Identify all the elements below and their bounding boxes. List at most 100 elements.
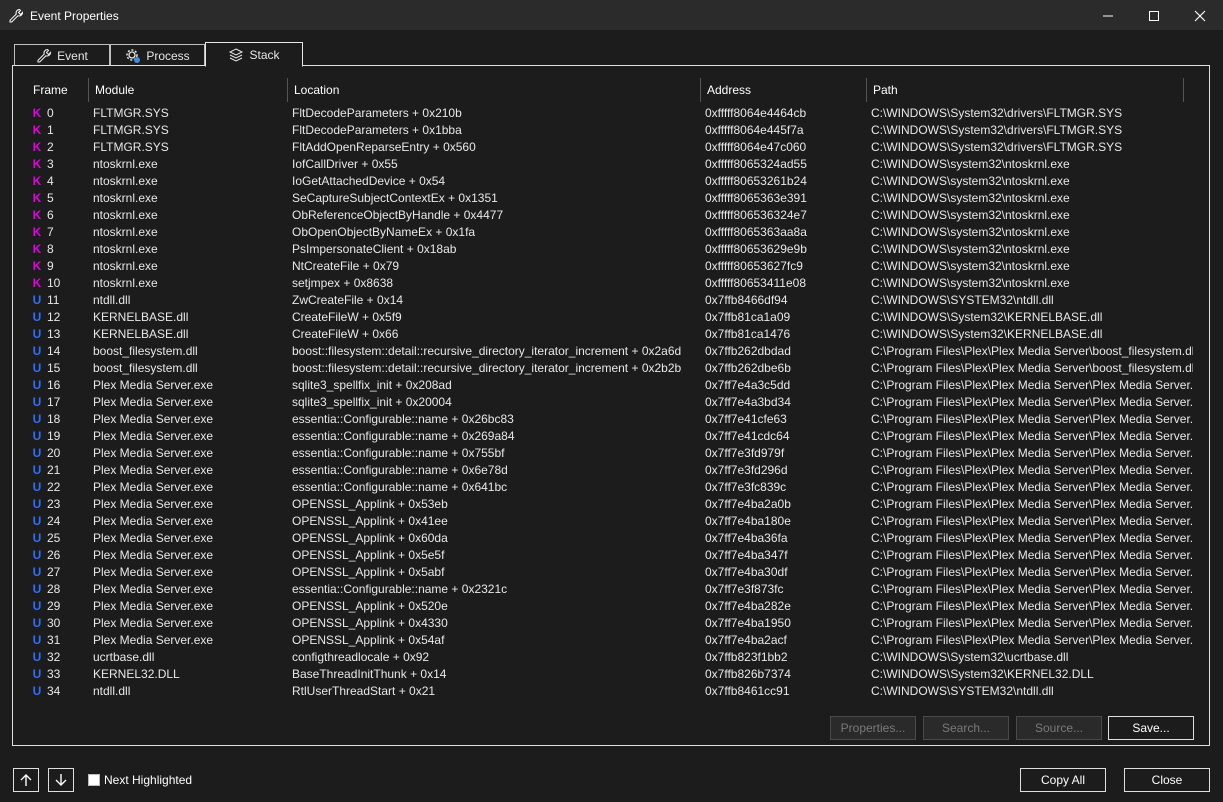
table-row[interactable]: K 10 ntoskrnl.exe setjmpex + 0x8638 0xfffff8… xyxy=(27,275,1195,292)
cell-address: 0x7ff7e3fd296d xyxy=(705,463,788,477)
table-row[interactable]: U 15 boost_filesystem.dll boost::filesystem… xyxy=(27,360,1195,377)
table-row[interactable]: U 16 Plex Media Server.exe sqlite3_spellfix… xyxy=(27,377,1195,394)
table-row[interactable]: U 22 Plex Media Server.exe essentia::Config… xyxy=(27,479,1195,496)
cell-location: IofCallDriver + 0x55 xyxy=(292,157,398,171)
tab-event[interactable]: Event xyxy=(14,44,110,66)
table-row[interactable]: U 19 Plex Media Server.exe essentia::Config… xyxy=(27,428,1195,445)
table-row[interactable]: K 8 ntoskrnl.exe PsImpersonateClient + 0x18… xyxy=(27,241,1195,258)
cell-path: C:\WINDOWS\System32\drivers\FLTMGR.SYS xyxy=(871,106,1123,120)
table-row[interactable]: K 9 ntoskrnl.exe NtCreateFile + 0x79 0xfffff… xyxy=(27,258,1195,275)
table-row[interactable]: U 23 Plex Media Server.exe OPENSSL_Applink … xyxy=(27,496,1195,513)
table-row[interactable]: K 3 ntoskrnl.exe IofCallDriver + 0x55 0xffff… xyxy=(27,156,1195,173)
cell-module: Plex Media Server.exe xyxy=(93,599,214,613)
table-row[interactable]: U 24 Plex Media Server.exe OPENSSL_Applink … xyxy=(27,513,1195,530)
table-row[interactable]: U 28 Plex Media Server.exe essentia::Config… xyxy=(27,581,1195,598)
cell-module: ntoskrnl.exe xyxy=(93,174,158,188)
column-header-address[interactable]: Address xyxy=(701,78,867,102)
cell-location: essentia::Configurable::name + 0x6e78d xyxy=(292,463,508,477)
cell-module: KERNELBASE.dll xyxy=(93,327,189,341)
cell-address: 0xfffff8065324ad55 xyxy=(705,157,807,171)
cell-address: 0xfffff8064e445f7a xyxy=(705,123,804,137)
table-row[interactable]: U 34 ntdll.dll RtlUserThreadStart + 0x21 0x7… xyxy=(27,683,1195,698)
table-row[interactable]: K 5 ntoskrnl.exe SeCaptureSubjectContextEx … xyxy=(27,190,1195,207)
table-row[interactable]: U 11 ntdll.dll ZwCreateFile + 0x14 0x7ffb846… xyxy=(27,292,1195,309)
search-button[interactable]: Search... xyxy=(923,716,1009,740)
cell-module: Plex Media Server.exe xyxy=(93,616,214,630)
copy-all-button[interactable]: Copy All xyxy=(1020,768,1106,792)
cell-location: ZwCreateFile + 0x14 xyxy=(292,293,404,307)
source-button[interactable]: Source... xyxy=(1016,716,1102,740)
table-row[interactable]: U 13 KERNELBASE.dll CreateFileW + 0x66 0x7ff… xyxy=(27,326,1195,343)
cell-frame: 23 xyxy=(47,497,61,511)
user-frame-icon: U xyxy=(32,361,42,375)
table-header: Frame Module Location Address Path xyxy=(27,78,1195,102)
column-header-module[interactable]: Module xyxy=(89,78,288,102)
properties-button[interactable]: Properties... xyxy=(830,716,916,740)
column-header-frame[interactable]: Frame xyxy=(27,78,89,102)
table-row[interactable]: U 14 boost_filesystem.dll boost::filesystem… xyxy=(27,343,1195,360)
table-row[interactable]: U 27 Plex Media Server.exe OPENSSL_Applink … xyxy=(27,564,1195,581)
next-highlighted-checkbox[interactable] xyxy=(88,774,100,786)
cell-location: BaseThreadInitThunk + 0x14 xyxy=(292,667,447,681)
title-bar: Event Properties xyxy=(0,0,1223,31)
maximize-button[interactable] xyxy=(1131,0,1177,31)
user-frame-icon: U xyxy=(32,429,42,443)
table-row[interactable]: U 26 Plex Media Server.exe OPENSSL_Applink … xyxy=(27,547,1195,564)
cell-frame: 29 xyxy=(47,599,61,613)
table-row[interactable]: U 18 Plex Media Server.exe essentia::Config… xyxy=(27,411,1195,428)
save-button[interactable]: Save... xyxy=(1108,716,1194,740)
table-row[interactable]: U 31 Plex Media Server.exe OPENSSL_Applink … xyxy=(27,632,1195,649)
user-frame-icon: U xyxy=(32,582,42,596)
cell-frame: 3 xyxy=(47,157,54,171)
cell-module: ntoskrnl.exe xyxy=(93,191,158,205)
cell-frame: 16 xyxy=(47,378,61,392)
table-row[interactable]: U 25 Plex Media Server.exe OPENSSL_Applink … xyxy=(27,530,1195,547)
column-header-location[interactable]: Location xyxy=(288,78,701,102)
column-header-path[interactable]: Path xyxy=(867,78,1184,102)
previous-highlighted-button[interactable] xyxy=(13,768,39,792)
cell-module: boost_filesystem.dll xyxy=(93,344,198,358)
cell-frame: 26 xyxy=(47,548,61,562)
cell-location: RtlUserThreadStart + 0x21 xyxy=(292,684,436,698)
cell-module: Plex Media Server.exe xyxy=(93,497,214,511)
cell-frame: 10 xyxy=(47,276,61,290)
maximize-icon xyxy=(1149,10,1159,21)
cell-address: 0x7ff7e4ba347f xyxy=(705,548,788,562)
table-row[interactable]: K 6 ntoskrnl.exe ObReferenceObjectByHandle … xyxy=(27,207,1195,224)
cell-address: 0x7ff7e4ba2a0b xyxy=(705,497,791,511)
cell-module: ucrtbase.dll xyxy=(93,650,155,664)
close-button[interactable]: Close xyxy=(1124,768,1210,792)
table-row[interactable]: K 7 ntoskrnl.exe ObOpenObjectByNameEx + 0x1… xyxy=(27,224,1195,241)
table-row[interactable]: K 1 FLTMGR.SYS FltDecodeParameters + 0x1bba… xyxy=(27,122,1195,139)
tab-process[interactable]: Process xyxy=(110,44,205,66)
stack-table[interactable]: Frame Module Location Address Path K 0 FLT… xyxy=(27,78,1195,698)
kernel-frame-icon: K xyxy=(32,157,42,171)
table-row[interactable]: U 33 KERNEL32.DLL BaseThreadInitThunk + 0x1… xyxy=(27,666,1195,683)
table-row[interactable]: U 32 ucrtbase.dll configthreadlocale + 0x92… xyxy=(27,649,1195,666)
table-row[interactable]: K 2 FLTMGR.SYS FltAddOpenReparseEntry + 0x5… xyxy=(27,139,1195,156)
cell-module: boost_filesystem.dll xyxy=(93,361,198,375)
cell-location: OPENSSL_Applink + 0x5abf xyxy=(292,565,445,579)
cell-frame: 0 xyxy=(47,106,54,120)
close-window-button[interactable] xyxy=(1177,0,1223,31)
cell-module: Plex Media Server.exe xyxy=(93,395,214,409)
table-row[interactable]: U 30 Plex Media Server.exe OPENSSL_Applink … xyxy=(27,615,1195,632)
next-highlighted-arrow-button[interactable] xyxy=(48,768,74,792)
layers-icon xyxy=(229,47,244,62)
table-row[interactable]: U 29 Plex Media Server.exe OPENSSL_Applink … xyxy=(27,598,1195,615)
tab-stack[interactable]: Stack xyxy=(205,42,303,67)
table-row[interactable]: U 21 Plex Media Server.exe essentia::Config… xyxy=(27,462,1195,479)
table-row[interactable]: U 12 KERNELBASE.dll CreateFileW + 0x5f9 0x7f… xyxy=(27,309,1195,326)
cell-path: C:\Program Files\Plex\Plex Media Server\… xyxy=(871,361,1193,375)
stack-panel: Frame Module Location Address Path K 0 FLT… xyxy=(12,65,1210,746)
table-row[interactable]: U 17 Plex Media Server.exe sqlite3_spellfix… xyxy=(27,394,1195,411)
table-row[interactable]: U 20 Plex Media Server.exe essentia::Config… xyxy=(27,445,1195,462)
cell-location: FltDecodeParameters + 0x1bba xyxy=(292,123,462,137)
table-row[interactable]: K 0 FLTMGR.SYS FltDecodeParameters + 0x210b… xyxy=(27,105,1195,122)
user-frame-icon: U xyxy=(32,412,42,426)
minimize-button[interactable] xyxy=(1085,0,1131,31)
cell-path: C:\Program Files\Plex\Plex Media Server\… xyxy=(871,582,1193,596)
arrow-down-icon xyxy=(55,774,67,786)
table-row[interactable]: K 4 ntoskrnl.exe IoGetAttachedDevice + 0x54… xyxy=(27,173,1195,190)
wrench-icon xyxy=(37,48,52,63)
